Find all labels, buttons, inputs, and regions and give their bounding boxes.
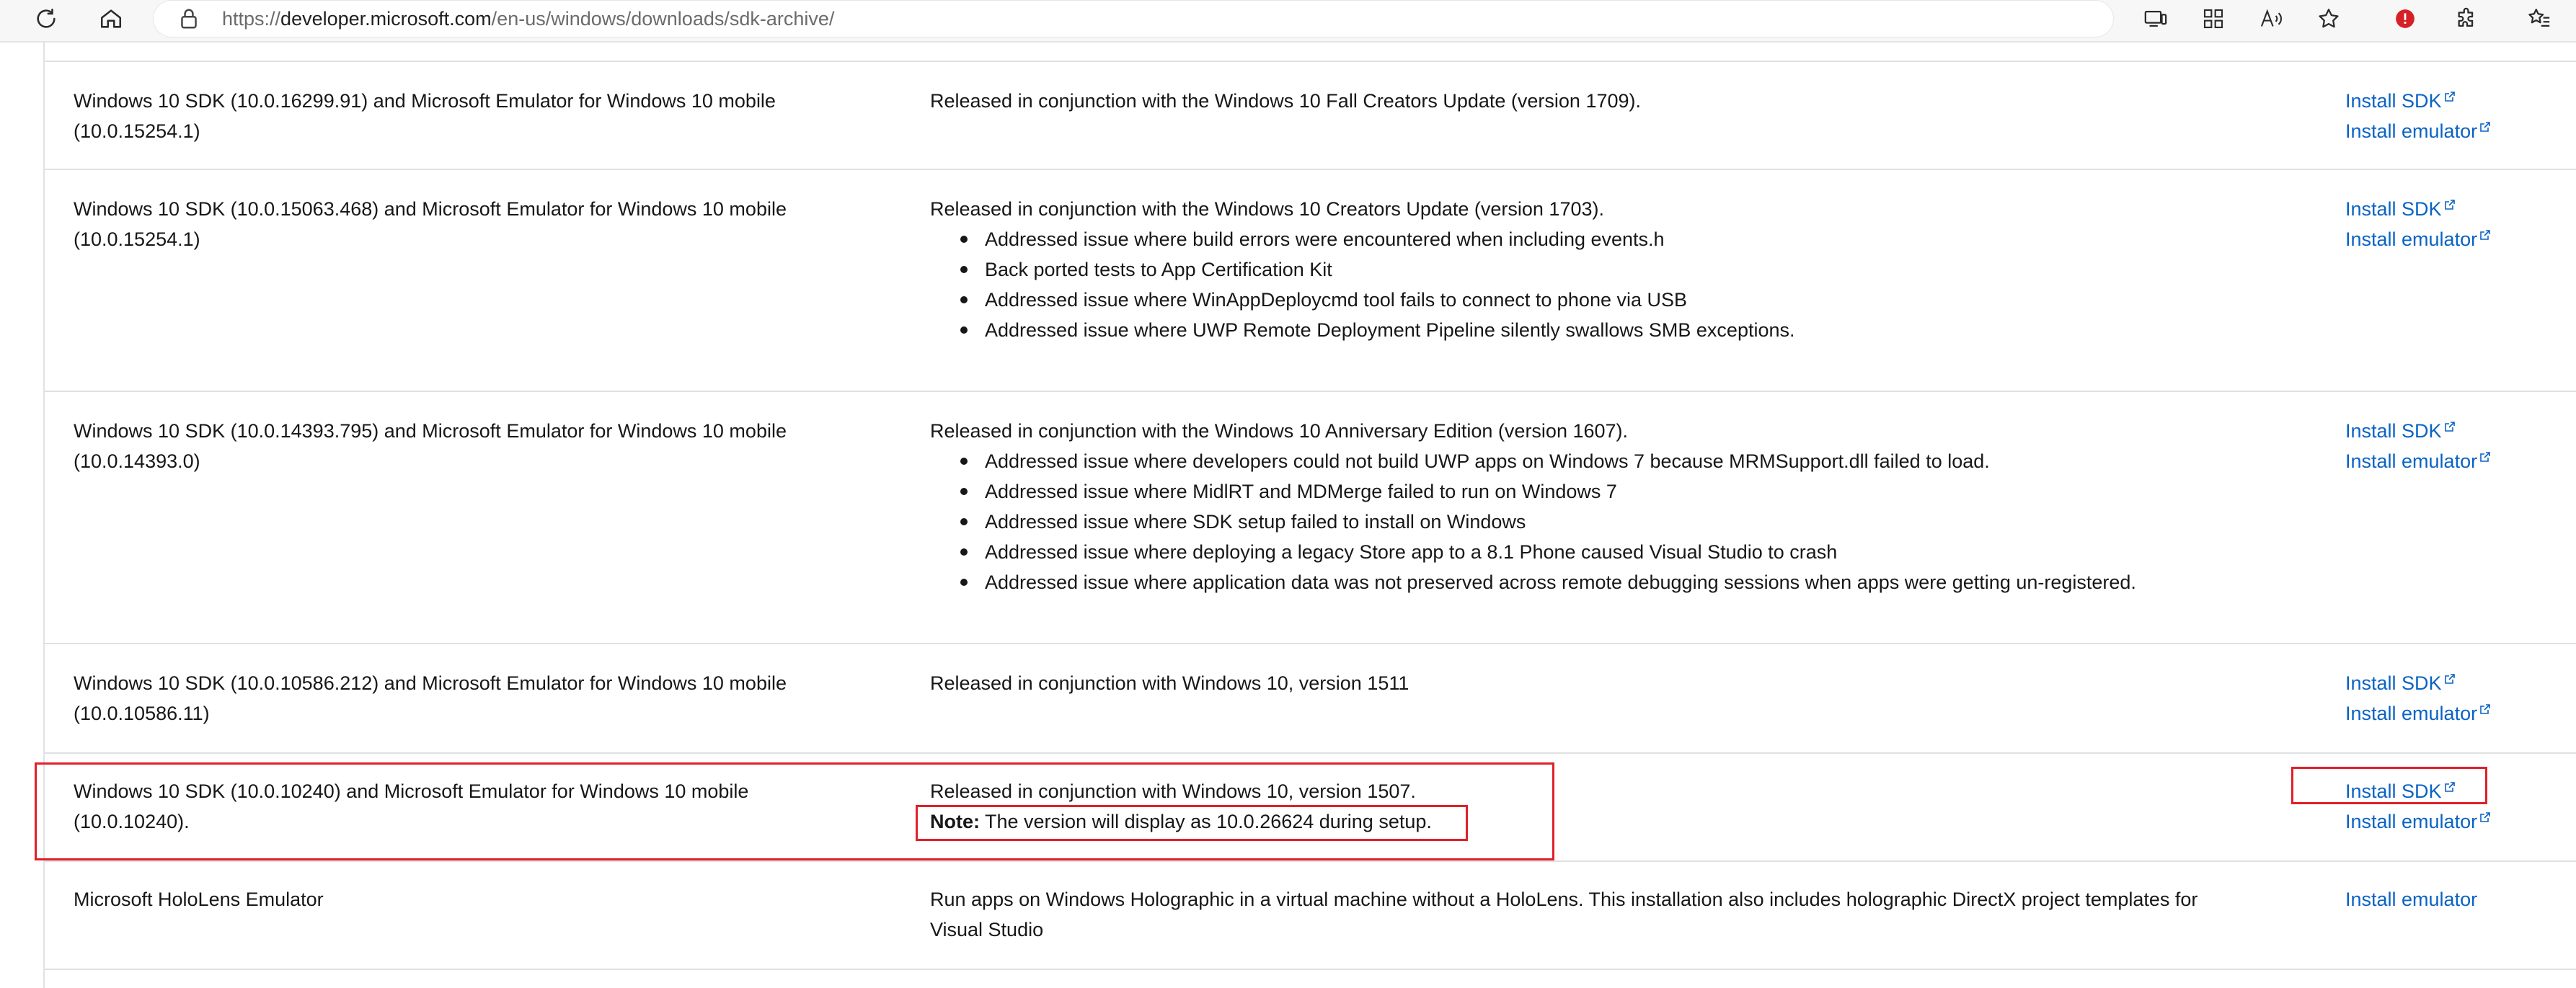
external-link-icon bbox=[2480, 704, 2490, 714]
install-emulator-link[interactable]: Install emulator bbox=[2345, 224, 2490, 254]
list-item: Addressed issue where UWP Remote Deploym… bbox=[930, 315, 1795, 345]
install-emulator-link[interactable]: Install emulator bbox=[2345, 698, 2490, 729]
install-sdk-label: Install SDK bbox=[2345, 420, 2442, 442]
row-divider bbox=[45, 61, 2576, 62]
refresh-icon[interactable] bbox=[30, 3, 62, 35]
sdk-description: Released in conjunction with the Windows… bbox=[930, 90, 1642, 112]
external-link-icon bbox=[2480, 230, 2490, 240]
list-item: Addressed issue where developers could n… bbox=[930, 446, 2136, 476]
lock-icon[interactable] bbox=[176, 6, 202, 32]
home-icon[interactable] bbox=[95, 3, 127, 35]
sdk-version: (10.0.15254.1) bbox=[74, 120, 200, 142]
row-divider bbox=[45, 391, 2576, 392]
install-emulator-link[interactable]: Install emulator bbox=[2345, 806, 2490, 837]
install-emulator-link[interactable]: Install emulator bbox=[2345, 116, 2490, 146]
list-item: Back ported tests to App Certification K… bbox=[930, 254, 1795, 285]
install-sdk-highlight-box bbox=[2291, 767, 2487, 804]
install-emulator-link[interactable]: Install emulator bbox=[2345, 446, 2490, 476]
emulator-name: Microsoft HoloLens Emulator bbox=[74, 889, 324, 910]
favorites-icon[interactable] bbox=[2523, 3, 2555, 35]
emulator-description-line2: Visual Studio bbox=[930, 919, 1044, 940]
external-link-icon bbox=[2445, 92, 2455, 102]
external-link-icon bbox=[2480, 452, 2490, 462]
sdk-name: Windows 10 SDK (10.0.16299.91) and Micro… bbox=[74, 90, 776, 112]
apps-icon[interactable] bbox=[2197, 3, 2229, 35]
install-sdk-label: Install SDK bbox=[2345, 672, 2442, 694]
sdk-version: (10.0.10586.11) bbox=[74, 703, 210, 724]
release-notes-list: Addressed issue where build errors were … bbox=[930, 224, 1795, 345]
install-sdk-link[interactable]: Install SDK bbox=[2345, 416, 2455, 446]
external-link-icon bbox=[2445, 200, 2455, 210]
favorite-star-icon[interactable] bbox=[2313, 3, 2345, 35]
sdk-name: Windows 10 SDK (10.0.14393.795) and Micr… bbox=[74, 420, 787, 442]
install-emulator-label: Install emulator bbox=[2345, 450, 2478, 472]
extensions-icon[interactable] bbox=[2451, 3, 2483, 35]
address-bar[interactable]: https://developer.microsoft.com/en-us/wi… bbox=[153, 0, 2114, 37]
alert-icon[interactable] bbox=[2389, 3, 2421, 35]
row-divider bbox=[45, 169, 2576, 170]
row-divider bbox=[45, 969, 2576, 970]
browser-toolbar: https://developer.microsoft.com/en-us/wi… bbox=[0, 0, 2576, 43]
release-notes-list: Addressed issue where developers could n… bbox=[930, 446, 2136, 597]
url-domain: developer.microsoft.com bbox=[280, 8, 492, 30]
install-sdk-link[interactable]: Install SDK bbox=[2345, 668, 2455, 698]
install-sdk-label: Install SDK bbox=[2345, 90, 2442, 112]
url-path: /en-us/windows/downloads/sdk-archive/ bbox=[491, 8, 835, 30]
device-icon[interactable] bbox=[2140, 3, 2172, 35]
sdk-version: (10.0.14393.0) bbox=[74, 450, 200, 472]
install-emulator-label: Install emulator bbox=[2345, 811, 2478, 832]
url-prefix: https:// bbox=[222, 8, 281, 30]
emulator-description: Run apps on Windows Holographic in a vir… bbox=[930, 889, 2198, 910]
sdk-description: Released in conjunction with the Windows… bbox=[930, 420, 1629, 442]
sdk-name: Windows 10 SDK (10.0.10586.212) and Micr… bbox=[74, 672, 787, 694]
external-link-icon bbox=[2480, 812, 2490, 822]
read-aloud-icon[interactable] bbox=[2255, 3, 2287, 35]
note-highlight-box bbox=[916, 805, 1468, 841]
sdk-version: (10.0.15254.1) bbox=[74, 228, 200, 250]
list-item: Addressed issue where SDK setup failed t… bbox=[930, 507, 2136, 537]
list-item: Addressed issue where application data w… bbox=[930, 567, 2136, 597]
url-text[interactable]: https://developer.microsoft.com/en-us/wi… bbox=[222, 6, 834, 32]
install-sdk-link[interactable]: Install SDK bbox=[2345, 194, 2455, 224]
list-item: Addressed issue where MidlRT and MDMerge… bbox=[930, 476, 2136, 507]
sdk-description: Released in conjunction with Windows 10,… bbox=[930, 672, 1409, 694]
install-emulator-label: Install emulator bbox=[2345, 703, 2478, 724]
list-item: Addressed issue where deploying a legacy… bbox=[930, 537, 2136, 567]
list-item: Addressed issue where build errors were … bbox=[930, 224, 1795, 254]
row-divider bbox=[45, 860, 2576, 862]
external-link-icon bbox=[2445, 422, 2455, 432]
row-divider bbox=[45, 643, 2576, 644]
list-item: Addressed issue where WinAppDeploycmd to… bbox=[930, 285, 1795, 315]
install-sdk-label: Install SDK bbox=[2345, 198, 2442, 220]
install-emulator-label: Install emulator bbox=[2345, 228, 2478, 250]
external-link-icon bbox=[2445, 674, 2455, 684]
row-divider bbox=[45, 752, 2576, 754]
sdk-description: Released in conjunction with the Windows… bbox=[930, 198, 1604, 220]
sdk-name: Windows 10 SDK (10.0.15063.468) and Micr… bbox=[74, 198, 787, 220]
install-emulator-link[interactable]: Install emulator bbox=[2345, 884, 2477, 914]
external-link-icon bbox=[2480, 122, 2490, 132]
install-emulator-label: Install emulator bbox=[2345, 120, 2478, 142]
install-sdk-link[interactable]: Install SDK bbox=[2345, 86, 2455, 116]
